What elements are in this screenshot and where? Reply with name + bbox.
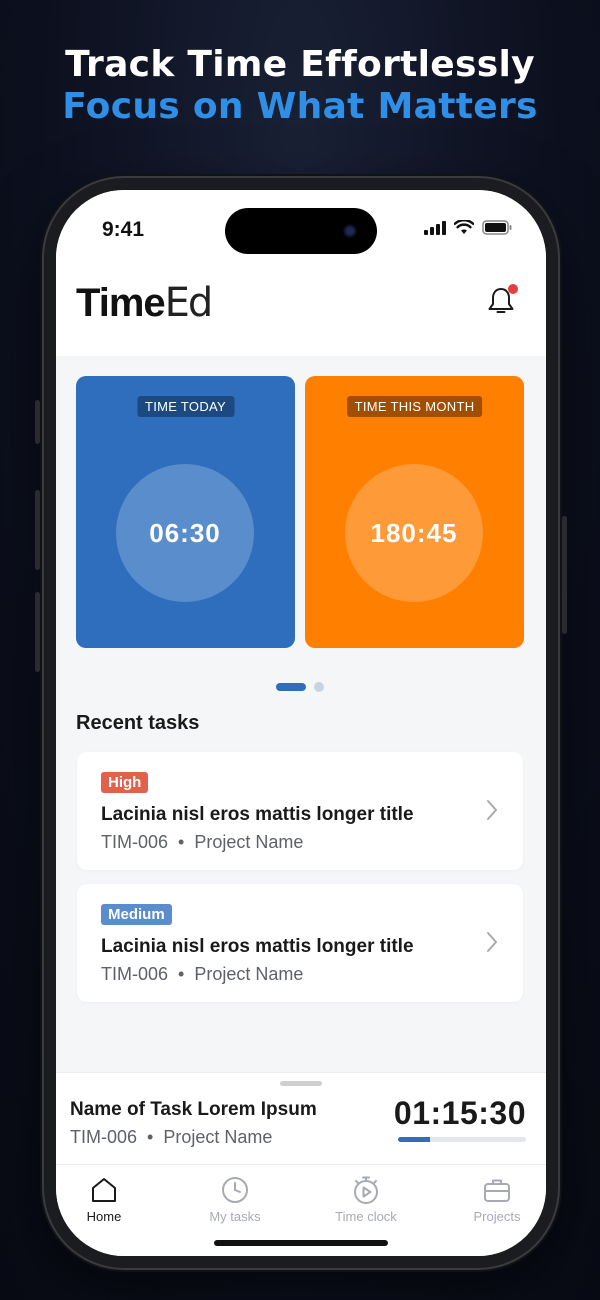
task-id: TIM-006 <box>101 832 169 852</box>
dynamic-island <box>225 208 377 254</box>
battery-icon <box>482 220 512 235</box>
active-timer-sheet[interactable]: Name of Task Lorem Ipsum TIM-006 • Project… <box>56 1072 546 1164</box>
tab-label: Time clock <box>335 1209 397 1224</box>
task-project: Project Name <box>194 832 304 852</box>
tab-my-tasks[interactable]: My tasks <box>185 1175 285 1224</box>
time-this-month-label: TIME THIS MONTH <box>346 396 483 417</box>
task-card[interactable]: Medium Lacinia nisl eros mattis longer t… <box>77 884 523 1002</box>
task-meta: TIM-006 • Project Name <box>101 964 303 985</box>
active-task-meta: TIM-006 • Project Name <box>70 1127 272 1148</box>
task-title: Lacinia nisl eros mattis longer title <box>101 804 414 825</box>
task-card[interactable]: High Lacinia nisl eros mattis longer tit… <box>77 752 523 870</box>
phone-frame: 9:41 TimeEd TIME TODAY 06:30 TIME THIS M… <box>35 178 567 1268</box>
status-time: 9:41 <box>102 218 145 241</box>
volume-down-button <box>35 592 40 672</box>
meta-separator: • <box>178 964 185 984</box>
timer-progress-fill <box>398 1137 430 1142</box>
home-indicator <box>214 1240 388 1246</box>
logo-bold-text: Time <box>76 281 166 325</box>
headline-line-1: Track Time Effortlessly <box>65 44 535 85</box>
headline-line-2: Focus on What Matters <box>62 86 538 127</box>
tab-time-clock[interactable]: Time clock <box>316 1175 416 1224</box>
time-today-card[interactable]: TIME TODAY 06:30 <box>76 376 295 648</box>
tab-label: Projects <box>473 1209 521 1224</box>
chevron-right-icon <box>487 932 497 952</box>
time-today-label: TIME TODAY <box>136 396 235 417</box>
pager-dot-active[interactable] <box>276 683 306 691</box>
tab-label: My tasks <box>209 1209 261 1224</box>
recent-tasks-heading: Recent tasks <box>76 712 200 734</box>
tab-label: Home <box>86 1209 122 1224</box>
briefcase-icon <box>484 1179 510 1202</box>
clock-icon <box>222 1177 248 1203</box>
volume-up-button <box>35 490 40 570</box>
app-screen: 9:41 TimeEd TIME TODAY 06:30 TIME THIS M… <box>56 190 546 1256</box>
camera-icon <box>343 224 357 238</box>
task-title: Lacinia nisl eros mattis longer title <box>101 936 414 957</box>
chevron-right-icon <box>487 800 497 820</box>
power-button <box>562 516 567 634</box>
elapsed-time: 01:15:30 <box>393 1095 526 1131</box>
pager-dot[interactable] <box>314 682 324 692</box>
task-meta: TIM-006 • Project Name <box>101 832 303 853</box>
active-task-project: Project Name <box>163 1127 273 1147</box>
logo-thin-text: Ed <box>164 280 214 326</box>
time-this-month-card[interactable]: TIME THIS MONTH 180:45 <box>305 376 524 648</box>
task-id: TIM-006 <box>101 964 169 984</box>
time-this-month-value: 180:45 <box>345 464 483 602</box>
timer-progress-bar <box>398 1137 526 1142</box>
status-icons <box>424 220 512 235</box>
active-task-name: Name of Task Lorem Ipsum <box>70 1099 317 1120</box>
notifications-button[interactable] <box>484 284 518 318</box>
app-header: TimeEd <box>56 270 546 356</box>
tab-home[interactable]: Home <box>56 1175 154 1224</box>
tab-projects[interactable]: Projects <box>447 1175 546 1224</box>
home-icon <box>92 1178 116 1202</box>
stats-carousel[interactable]: TIME TODAY 06:30 TIME THIS MONTH 180:45 <box>76 376 526 650</box>
cellular-signal-icon <box>424 220 446 235</box>
meta-separator: • <box>178 832 185 852</box>
mute-switch <box>35 400 40 444</box>
app-logo: TimeEd <box>76 280 214 326</box>
priority-badge: High <box>101 772 149 793</box>
stopwatch-play-icon <box>354 1176 378 1204</box>
time-today-value: 06:30 <box>116 464 254 602</box>
carousel-pager[interactable] <box>276 682 324 692</box>
task-project: Project Name <box>194 964 304 984</box>
active-task-id: TIM-006 <box>70 1127 138 1147</box>
meta-separator: • <box>147 1127 154 1147</box>
notification-badge <box>508 284 518 294</box>
priority-badge: Medium <box>101 904 172 925</box>
sheet-drag-handle[interactable] <box>280 1081 322 1086</box>
promo-headline: Track Time Effortlessly Focus on What Ma… <box>0 44 600 128</box>
wifi-icon <box>454 220 474 234</box>
